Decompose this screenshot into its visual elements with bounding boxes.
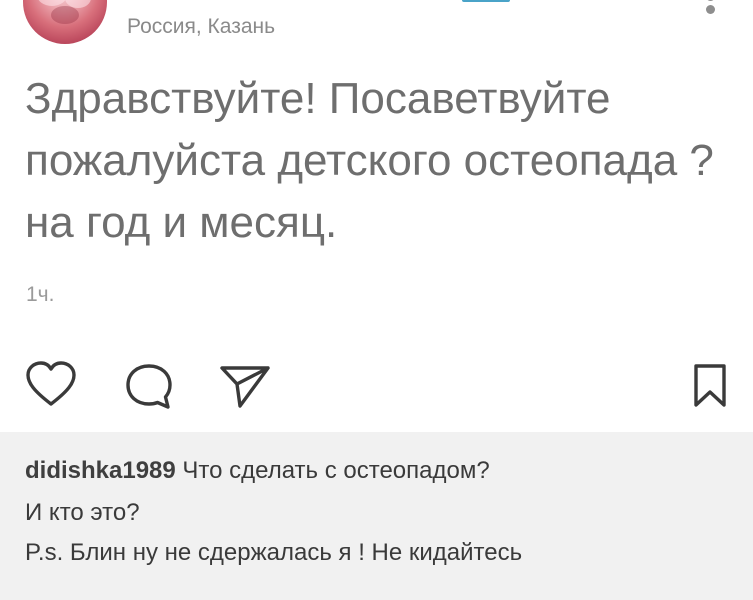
comment-bubble-icon[interactable] (124, 362, 174, 412)
post-timestamp: 1ч. (26, 283, 55, 306)
bookmark-icon[interactable] (692, 362, 728, 410)
more-options-icon[interactable] (700, 0, 722, 22)
comment-author[interactable]: didishka1989 (25, 457, 176, 484)
comment-continuation-line: P.s. Блин ну не сдержалась я ! Не кидайт… (25, 539, 523, 566)
author-name-partial[interactable] (462, 0, 510, 2)
menu-dot (706, 0, 715, 1)
post-card: Россия, Казань Здравствуйте! Посаветвуйт… (0, 0, 753, 432)
menu-dot (706, 5, 715, 14)
avatar[interactable] (23, 0, 107, 44)
rose-petal (51, 6, 79, 24)
post-text: Здравствуйте! Посаветвуйте пожалуйста де… (25, 74, 714, 247)
comment-first-line: didishka1989 Что сделать с остеопадом? (25, 456, 490, 486)
comment-continuation-line: И кто это? (25, 499, 140, 526)
comment-text: Что сделать с остеопадом? (182, 457, 490, 484)
send-icon[interactable] (218, 362, 272, 410)
post-location[interactable]: Россия, Казань (127, 14, 275, 40)
heart-icon[interactable] (24, 360, 78, 410)
comments-section: didishka1989 Что сделать с остеопадом? И… (0, 432, 753, 600)
